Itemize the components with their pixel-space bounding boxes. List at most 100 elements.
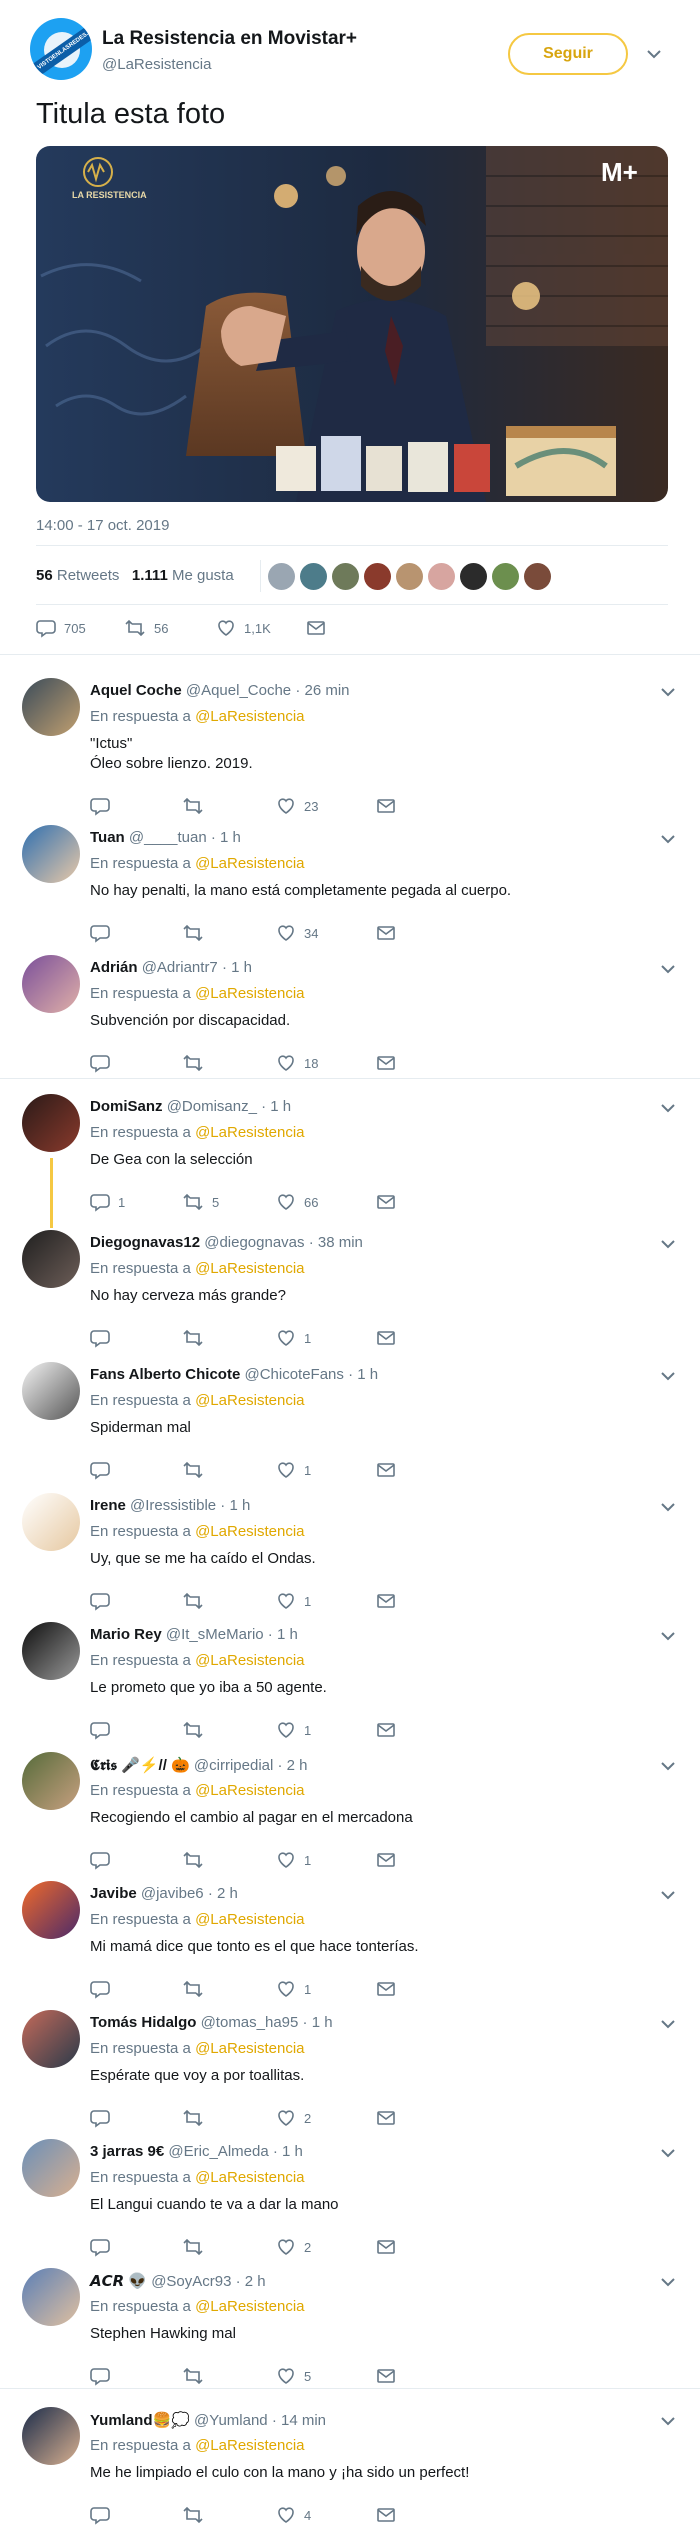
reply-button[interactable] (90, 2108, 118, 2128)
reply-author-handle[interactable]: @Yumland (194, 2412, 268, 2429)
reply-mention-link[interactable]: @LaResistencia (195, 2298, 304, 2315)
chevron-down-icon[interactable] (660, 1499, 676, 1515)
reply-button[interactable] (90, 1460, 118, 1480)
like-button[interactable]: 34 (276, 923, 318, 943)
reply-avatar[interactable] (22, 1230, 80, 1288)
reply-author-name[interactable]: Javibe (90, 1885, 137, 1902)
reply-mention-link[interactable]: @LaResistencia (195, 985, 304, 1002)
reply-button[interactable] (90, 1979, 118, 1999)
reply-mention-link[interactable]: @LaResistencia (195, 1911, 304, 1928)
reply-mention-link[interactable]: @LaResistencia (195, 855, 304, 872)
retweet-button[interactable] (182, 1720, 212, 1740)
message-button[interactable] (376, 796, 396, 816)
chevron-down-icon[interactable] (660, 1236, 676, 1252)
reply-button[interactable] (90, 1328, 118, 1348)
likes-count[interactable]: 1.111 (132, 567, 168, 584)
message-button[interactable] (376, 1328, 396, 1348)
reply-mention-link[interactable]: @LaResistencia (195, 1523, 304, 1540)
retweets-label[interactable]: Retweets (57, 567, 120, 584)
retweet-button[interactable] (182, 2505, 212, 2525)
message-button[interactable] (376, 1192, 396, 1212)
reply-mention-link[interactable]: @LaResistencia (195, 2169, 304, 2186)
like-button[interactable]: 4 (276, 2505, 311, 2525)
reply-time[interactable]: · 2 h (208, 1885, 238, 1902)
reply-avatar[interactable] (22, 678, 80, 736)
reply-author-handle[interactable]: @cirripedial (194, 1757, 273, 1774)
tweet-timestamp[interactable]: 14:00 - 17 oct. 2019 (36, 517, 169, 534)
reply-time[interactable]: · 1 h (273, 2143, 303, 2160)
message-button[interactable] (376, 2237, 396, 2257)
account-name[interactable]: La Resistencia en Movistar+ (102, 28, 357, 50)
liker-avatar[interactable] (300, 563, 327, 590)
like-button[interactable]: 1 (276, 1460, 311, 1480)
reply-button[interactable] (90, 796, 118, 816)
reply-tweet[interactable]: DomiSanz @Domisanz_ · 1 h En respuesta a… (0, 1084, 700, 1220)
chevron-down-icon[interactable] (660, 1628, 676, 1644)
chevron-down-icon[interactable] (660, 2016, 676, 2032)
reply-button[interactable] (90, 1720, 118, 1740)
retweet-button[interactable] (182, 1979, 212, 1999)
retweet-button[interactable]: 5 (182, 1192, 219, 1212)
retweet-button[interactable] (182, 2237, 212, 2257)
retweet-button[interactable] (182, 1053, 212, 1073)
reply-avatar[interactable] (22, 1493, 80, 1551)
retweet-button[interactable]: 56 (124, 618, 168, 638)
retweet-button[interactable] (182, 2366, 212, 2386)
liker-avatar[interactable] (332, 563, 359, 590)
reply-time[interactable]: · 1 h (222, 959, 252, 976)
reply-author-name[interactable]: Tomás Hidalgo (90, 2014, 196, 2031)
like-button[interactable]: 5 (276, 2366, 311, 2386)
chevron-down-icon[interactable] (660, 2145, 676, 2161)
message-button[interactable] (376, 1979, 396, 1999)
reply-tweet[interactable]: Tuan @____tuan · 1 h En respuesta a @LaR… (0, 815, 700, 945)
retweet-button[interactable] (182, 1328, 212, 1348)
message-button[interactable] (376, 1850, 396, 1870)
like-button[interactable]: 1 (276, 1591, 311, 1611)
reply-mention-link[interactable]: @LaResistencia (195, 2040, 304, 2057)
follow-button[interactable]: Seguir (508, 33, 628, 75)
retweet-button[interactable] (182, 1591, 212, 1611)
reply-time[interactable]: · 1 h (261, 1098, 291, 1115)
reply-avatar[interactable] (22, 1622, 80, 1680)
reply-author-handle[interactable]: @____tuan (129, 829, 207, 846)
like-button[interactable]: 1 (276, 1720, 311, 1740)
account-handle[interactable]: @LaResistencia (102, 56, 211, 73)
like-button[interactable]: 1 (276, 1979, 311, 1999)
chevron-down-icon[interactable] (660, 1100, 676, 1116)
chevron-down-icon[interactable] (660, 1368, 676, 1384)
reply-tweet[interactable]: 3 jarras 9€ @Eric_Almeda · 1 h En respue… (0, 2129, 700, 2258)
reply-avatar[interactable] (22, 1752, 80, 1810)
reply-author-name[interactable]: Adrián (90, 959, 138, 976)
like-button[interactable]: 18 (276, 1053, 318, 1073)
reply-mention-link[interactable]: @LaResistencia (195, 1124, 304, 1141)
like-button[interactable]: 1 (276, 1328, 311, 1348)
reply-avatar[interactable] (22, 1094, 80, 1152)
reply-author-name[interactable]: DomiSanz (90, 1098, 163, 1115)
reply-author-name[interactable]: Yumland🍔💭 (90, 2412, 190, 2429)
reply-author-handle[interactable]: @It_sMeMario (166, 1626, 264, 1643)
chevron-down-icon[interactable] (660, 2413, 676, 2429)
reply-tweet[interactable]: 𝕮𝖗𝖎𝖘 🎤⚡️// 🎃 @cirripedial · 2 h En respu… (0, 1742, 700, 1871)
reply-author-handle[interactable]: @Aquel_Coche (186, 682, 291, 699)
reply-tweet[interactable]: Irene @Iressistible · 1 h En respuesta a… (0, 1483, 700, 1612)
message-button[interactable] (376, 1460, 396, 1480)
reply-time[interactable]: · 1 h (348, 1366, 378, 1383)
reply-button[interactable] (90, 2505, 118, 2525)
message-button[interactable] (306, 618, 326, 638)
retweet-button[interactable] (182, 923, 212, 943)
reply-tweet[interactable]: Javibe @javibe6 · 2 h En respuesta a @La… (0, 1871, 700, 2000)
reply-mention-link[interactable]: @LaResistencia (195, 1392, 304, 1409)
chevron-down-icon[interactable] (646, 46, 662, 62)
retweet-button[interactable] (182, 2108, 212, 2128)
reply-tweet[interactable]: Fans Alberto Chicote @ChicoteFans · 1 h … (0, 1352, 700, 1483)
chevron-down-icon[interactable] (660, 961, 676, 977)
liker-avatar[interactable] (524, 563, 551, 590)
reply-author-handle[interactable]: @diegognavas (204, 1234, 304, 1251)
reply-author-name[interactable]: 𝕮𝖗𝖎𝖘 🎤⚡️// 🎃 (90, 1757, 190, 1774)
retweet-button[interactable] (182, 796, 212, 816)
reply-author-handle[interactable]: @javibe6 (141, 1885, 204, 1902)
reply-author-handle[interactable]: @Eric_Almeda (168, 2143, 268, 2160)
reply-time[interactable]: · 1 h (220, 1497, 250, 1514)
chevron-down-icon[interactable] (660, 831, 676, 847)
reply-time[interactable]: · 26 min (295, 682, 349, 699)
